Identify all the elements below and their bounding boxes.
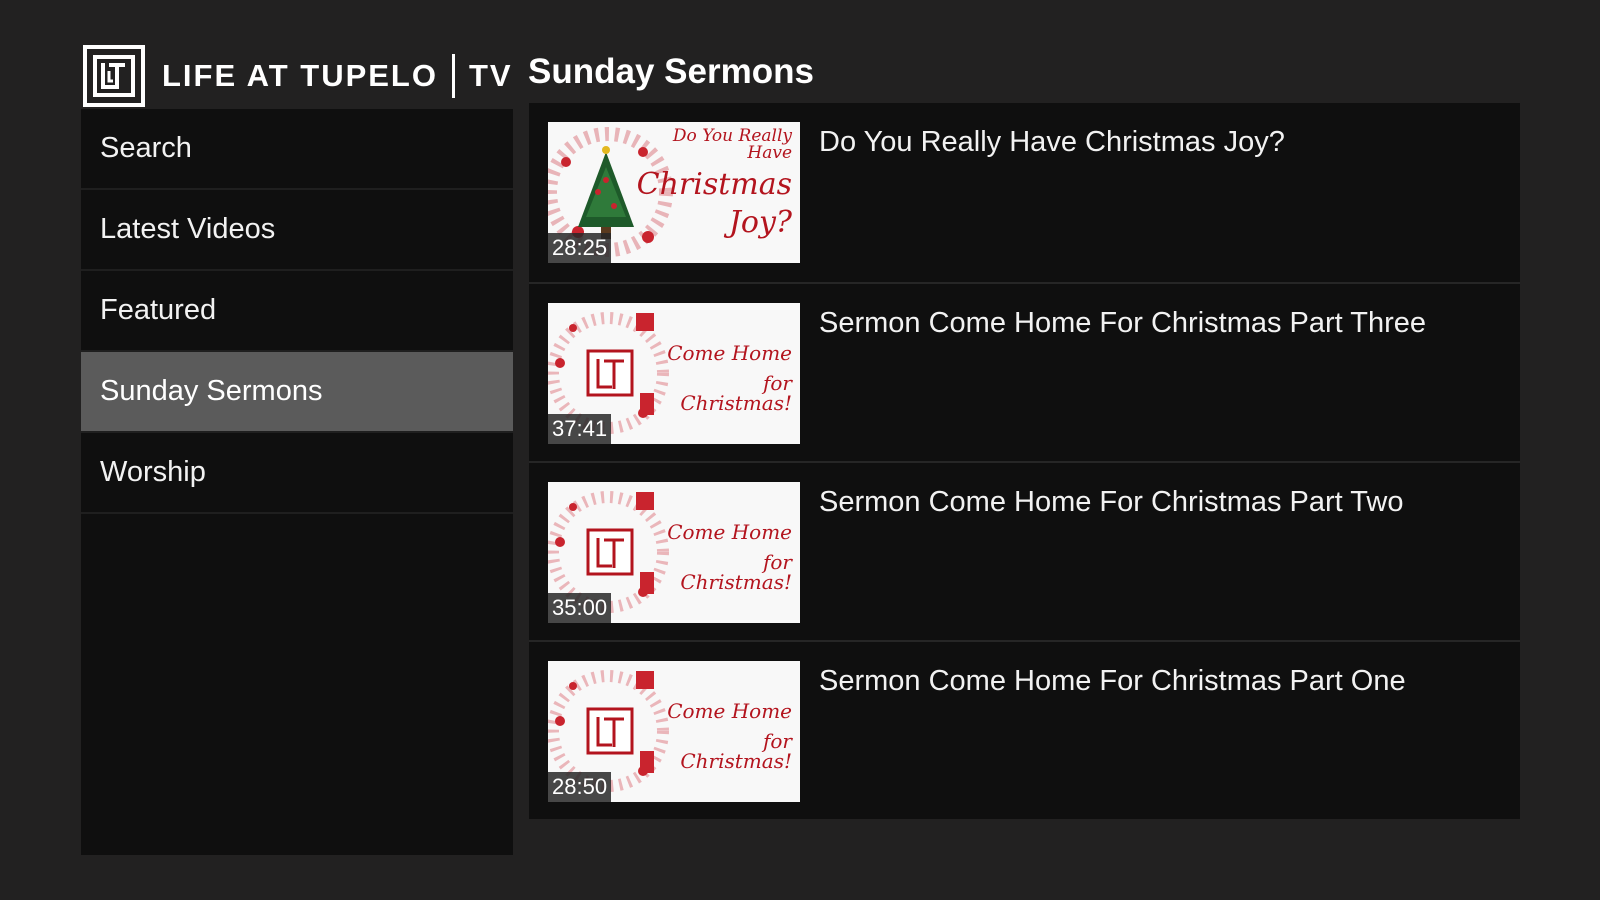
sidebar-item-latest-videos[interactable]: Latest Videos	[81, 190, 513, 271]
logo-icon	[83, 45, 145, 107]
video-item[interactable]: Come Home for Christmas! 35:00 Sermon Co…	[529, 461, 1520, 640]
sidebar-item-label: Featured	[100, 294, 217, 326]
thumbnail-caption-line: Christmas	[636, 167, 792, 202]
sidebar-item-label: Latest Videos	[100, 213, 276, 245]
thumbnail-caption-line: Do You Really Have	[672, 126, 792, 163]
thumbnail-caption-line: Come Home	[667, 699, 792, 723]
thumbnail-caption: Come Home for Christmas!	[652, 522, 792, 592]
thumbnail-caption: Come Home for Christmas!	[652, 343, 792, 413]
sidebar-item-label: Search	[100, 132, 192, 164]
thumbnail-caption: Do You Really Have Christmas Joy?	[632, 128, 792, 238]
brand-name: LIFE AT TUPELO	[162, 58, 438, 93]
sidebar-item-label: Sunday Sermons	[100, 375, 323, 407]
video-thumbnail: Come Home for Christmas! 28:50	[548, 661, 800, 802]
thumbnail-caption-line: for Christmas!	[680, 729, 792, 773]
video-list: Do You Really Have Christmas Joy? 28:25 …	[529, 103, 1520, 819]
thumbnail-caption-line: for Christmas!	[680, 550, 792, 594]
thumbnail-caption-line: for Christmas!	[680, 371, 792, 415]
duration-badge: 35:00	[548, 593, 612, 623]
thumbnail-caption: Come Home for Christmas!	[652, 701, 792, 771]
video-title: Sermon Come Home For Christmas Part Two	[819, 486, 1404, 518]
duration-badge: 37:41	[548, 414, 612, 444]
app-window: LIFE AT TUPELO TV Sunday Sermons Search …	[0, 0, 1600, 900]
page-title: Sunday Sermons	[528, 52, 814, 91]
brand-header: LIFE AT TUPELO TV	[83, 45, 513, 107]
brand-divider	[452, 54, 455, 98]
duration-badge: 28:50	[548, 772, 612, 802]
sidebar-item-featured[interactable]: Featured	[81, 271, 513, 352]
sidebar-item-label: Worship	[100, 456, 206, 488]
sidebar: Search Latest Videos Featured Sunday Ser…	[81, 109, 513, 855]
brand-suffix: TV	[469, 58, 513, 93]
duration-badge: 28:25	[548, 233, 612, 263]
thumbnail-caption-line: Come Home	[667, 520, 792, 544]
video-title: Do You Really Have Christmas Joy?	[819, 126, 1285, 158]
video-thumbnail: Do You Really Have Christmas Joy? 28:25	[548, 122, 800, 263]
sidebar-item-worship[interactable]: Worship	[81, 433, 513, 514]
video-item[interactable]: Do You Really Have Christmas Joy? 28:25 …	[529, 103, 1520, 282]
video-item[interactable]: Come Home for Christmas! 37:41 Sermon Co…	[529, 282, 1520, 461]
video-thumbnail: Come Home for Christmas! 35:00	[548, 482, 800, 623]
video-item[interactable]: Come Home for Christmas! 28:50 Sermon Co…	[529, 640, 1520, 819]
video-thumbnail: Come Home for Christmas! 37:41	[548, 303, 800, 444]
sidebar-item-sunday-sermons[interactable]: Sunday Sermons	[81, 352, 513, 433]
video-title: Sermon Come Home For Christmas Part One	[819, 665, 1406, 697]
video-title: Sermon Come Home For Christmas Part Thre…	[819, 307, 1427, 339]
sidebar-item-search[interactable]: Search	[81, 109, 513, 190]
thumbnail-caption-line: Joy?	[728, 205, 792, 240]
thumbnail-caption-line: Come Home	[667, 341, 792, 365]
